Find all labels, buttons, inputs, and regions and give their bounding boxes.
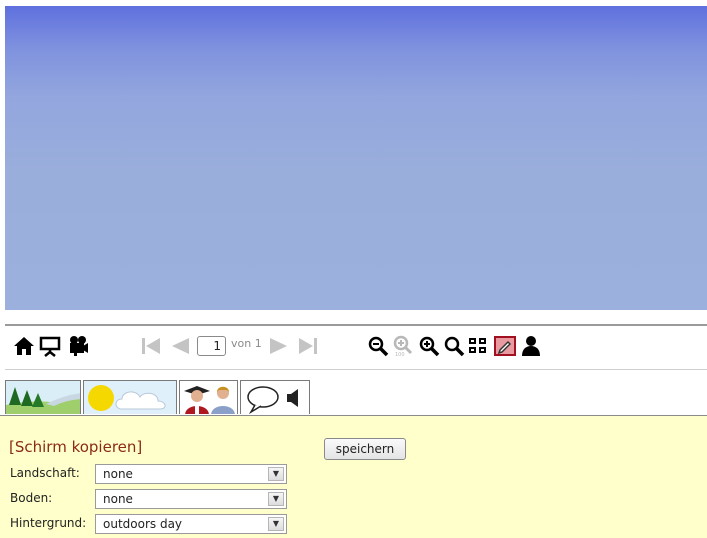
screen-copy-link[interactable]: Schirm kopieren (15, 438, 137, 456)
grid-icon[interactable] (466, 334, 490, 358)
landscape-icon (6, 381, 80, 414)
zoom-100-text: 100 (395, 352, 405, 357)
tab-speech[interactable] (240, 380, 310, 414)
background-select[interactable]: outdoors day ▼ (95, 514, 287, 534)
last-page-icon[interactable] (296, 334, 320, 358)
chevron-down-icon[interactable]: ▼ (268, 492, 284, 506)
tab-landscape[interactable] (5, 380, 81, 414)
scene-viewport[interactable] (5, 6, 707, 310)
bracket-close: ] (136, 438, 143, 456)
chevron-down-icon[interactable]: ▼ (268, 467, 284, 481)
sun-cloud-icon (88, 385, 166, 411)
tab-characters[interactable] (179, 380, 238, 414)
camera-icon[interactable] (66, 334, 90, 358)
user-icon[interactable] (519, 334, 543, 358)
zoom-100-icon[interactable]: 100 (391, 334, 415, 358)
landscape-label: Landschaft: (10, 466, 80, 480)
save-button[interactable]: speichern (324, 438, 406, 460)
ground-select[interactable]: none ▼ (95, 489, 287, 509)
screen-copy-panel: [Schirm kopieren] speichern Landschaft: … (0, 415, 707, 538)
zoom-out-icon[interactable] (366, 334, 390, 358)
speech-sound-icon (247, 386, 298, 414)
ground-label: Boden: (10, 491, 53, 505)
ground-value: none (103, 492, 133, 506)
characters-icon (184, 386, 235, 414)
edit-icon[interactable] (493, 334, 517, 358)
screen-copy-title: [Schirm kopieren] (9, 438, 142, 456)
next-page-icon[interactable] (267, 334, 291, 358)
background-label: Hintergrund: (10, 516, 87, 530)
landscape-value: none (103, 467, 133, 481)
page-count-label: von 1 (231, 337, 262, 350)
chevron-down-icon[interactable]: ▼ (268, 517, 284, 531)
page-number-input[interactable]: 1 (197, 336, 226, 356)
zoom-in-icon[interactable] (417, 334, 441, 358)
toolbar: 1 von 1 100 (5, 324, 707, 370)
tab-weather[interactable] (83, 380, 177, 414)
first-page-icon[interactable] (139, 334, 163, 358)
presentation-icon[interactable] (38, 334, 62, 358)
background-value: outdoors day (103, 517, 183, 531)
home-icon[interactable] (12, 334, 36, 358)
previous-page-icon[interactable] (168, 334, 192, 358)
landscape-select[interactable]: none ▼ (95, 464, 287, 484)
zoom-fit-icon[interactable] (442, 334, 466, 358)
